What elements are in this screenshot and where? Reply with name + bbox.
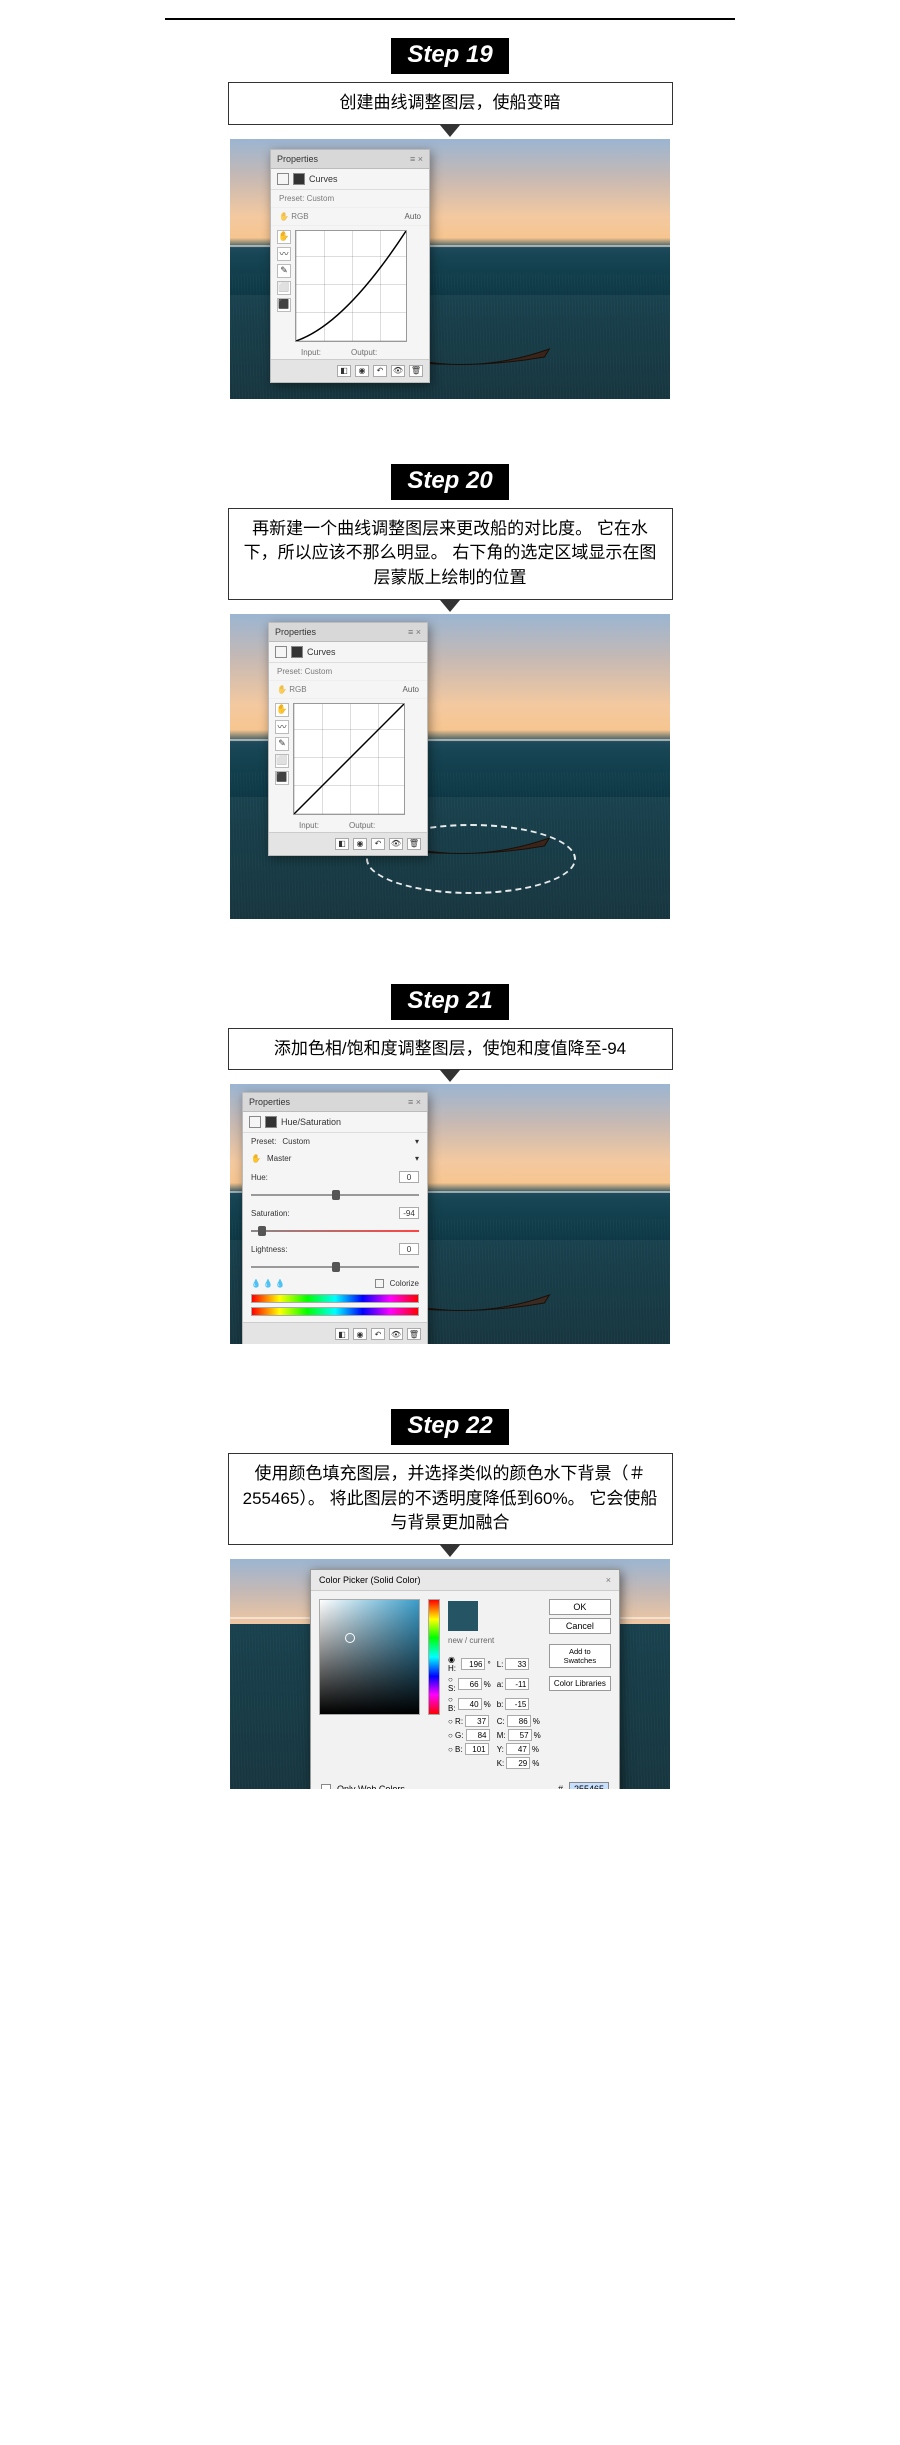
mask-icon bbox=[293, 173, 305, 185]
panel-title: Properties bbox=[277, 154, 318, 164]
web-colors-checkbox[interactable] bbox=[321, 1784, 331, 1789]
saturation-value[interactable]: -94 bbox=[399, 1207, 419, 1219]
new-color-swatch bbox=[448, 1601, 478, 1616]
step-label-22: Step 22 bbox=[391, 1409, 508, 1445]
pointer-icon bbox=[440, 600, 460, 612]
panel-menu-icon[interactable]: ≡ × bbox=[408, 1097, 421, 1107]
hue-value[interactable]: 0 bbox=[399, 1171, 419, 1183]
hex-value[interactable]: 255465 bbox=[569, 1782, 609, 1789]
panel-menu-icon[interactable]: ≡ × bbox=[410, 154, 423, 164]
pointer-icon bbox=[440, 1545, 460, 1557]
curve-graph[interactable] bbox=[293, 703, 405, 815]
cancel-button[interactable]: Cancel bbox=[549, 1618, 611, 1634]
step-label-21: Step 21 bbox=[391, 984, 508, 1020]
color-values[interactable]: ◉ H: °L: ○ S: %a: ○ B: %b: ○ R: C: % ○ G… bbox=[448, 1655, 541, 1769]
curve-tools[interactable]: ✋〰✎⬜⬛ bbox=[277, 230, 291, 342]
illustration-21: Properties≡ × Hue/Saturation Preset:Cust… bbox=[230, 1084, 670, 1344]
hue-strip[interactable] bbox=[428, 1599, 440, 1715]
properties-panel-curves: Properties≡ × Curves Preset: Custom ✋ RG… bbox=[270, 149, 430, 383]
adjustment-type: Curves bbox=[309, 174, 338, 184]
ok-button[interactable]: OK bbox=[549, 1599, 611, 1615]
hue-slider[interactable] bbox=[251, 1191, 419, 1199]
lightness-slider[interactable] bbox=[251, 1263, 419, 1271]
color-picker-dialog: Color Picker (Solid Color)× new / curren… bbox=[310, 1569, 620, 1789]
adjustment-icon bbox=[277, 173, 289, 185]
properties-panel-curves-2: Properties≡ × Curves Preset: Custom ✋ RG… bbox=[268, 622, 428, 856]
step-desc-19: 创建曲线调整图层，使船变暗 bbox=[228, 82, 673, 125]
panel-menu-icon[interactable]: ≡ × bbox=[408, 627, 421, 637]
curve-tools[interactable]: ✋〰✎⬜⬛ bbox=[275, 703, 289, 815]
illustration-20: Properties≡ × Curves Preset: Custom ✋ RG… bbox=[230, 614, 670, 919]
divider bbox=[165, 18, 735, 28]
pointer-icon bbox=[440, 1070, 460, 1082]
step-label-19: Step 19 bbox=[391, 38, 508, 74]
current-color-swatch bbox=[448, 1616, 478, 1631]
color-field[interactable] bbox=[319, 1599, 420, 1715]
dialog-title: Color Picker (Solid Color) bbox=[319, 1575, 421, 1585]
close-icon[interactable]: × bbox=[606, 1575, 611, 1585]
step-desc-22: 使用颜色填充图层，并选择类似的颜色水下背景（＃255465）。 将此图层的不透明… bbox=[228, 1453, 673, 1545]
curve-graph[interactable] bbox=[295, 230, 407, 342]
step-desc-20: 再新建一个曲线调整图层来更改船的对比度。 它在水下，所以应该不那么明显。 右下角… bbox=[228, 508, 673, 600]
properties-panel-hue-sat: Properties≡ × Hue/Saturation Preset:Cust… bbox=[242, 1092, 428, 1344]
saturation-slider[interactable] bbox=[251, 1227, 419, 1235]
illustration-22: Color Picker (Solid Color)× new / curren… bbox=[230, 1559, 670, 1789]
step-label-20: Step 20 bbox=[391, 464, 508, 500]
add-swatches-button[interactable]: Add to Swatches bbox=[549, 1644, 611, 1668]
step-desc-21: 添加色相/饱和度调整图层，使饱和度值降至-94 bbox=[228, 1028, 673, 1071]
pointer-icon bbox=[440, 125, 460, 137]
color-libraries-button[interactable]: Color Libraries bbox=[549, 1676, 611, 1691]
illustration-19: Properties≡ × Curves Preset: Custom ✋ RG… bbox=[230, 139, 670, 399]
panel-footer[interactable]: ◧◉↶👁🗑 bbox=[271, 359, 429, 382]
lightness-value[interactable]: 0 bbox=[399, 1243, 419, 1255]
